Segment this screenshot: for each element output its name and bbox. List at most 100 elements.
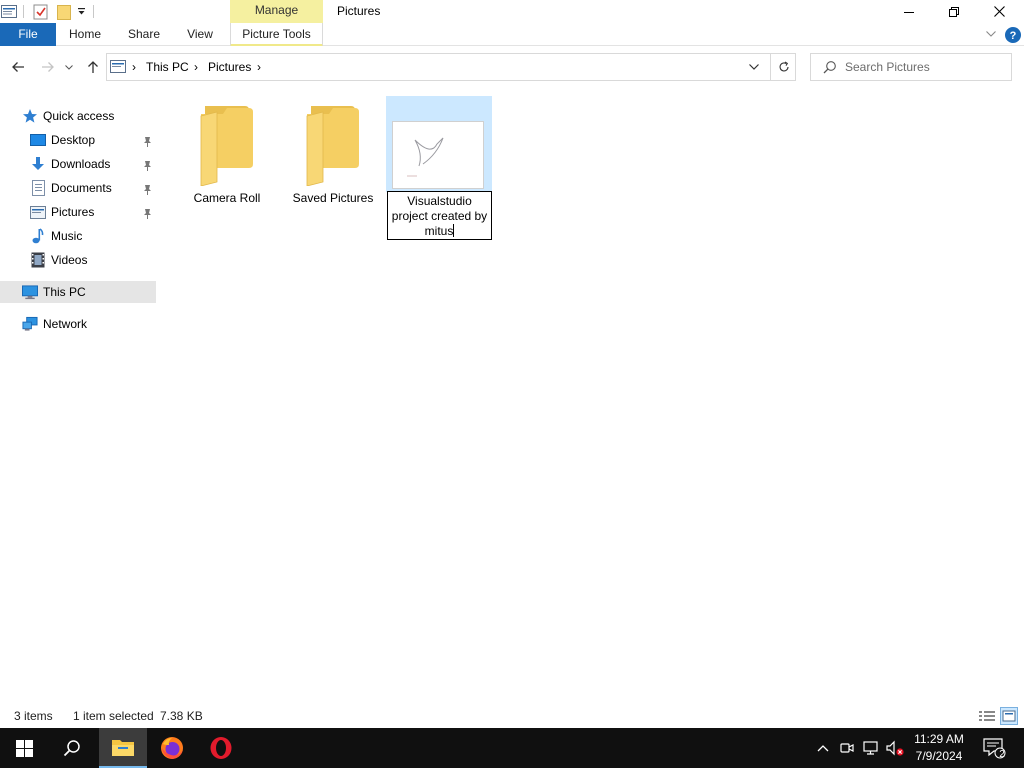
rename-text-line: mitus [424,224,454,238]
breadcrumb-this-pc[interactable]: This PC [146,54,189,80]
documents-icon [30,180,46,196]
help-button[interactable]: ? [1004,26,1021,43]
file-list: Camera Roll Saved Pictures Visualstudio … [160,88,1024,698]
nav-pictures[interactable]: Pictures [30,201,150,223]
nav-item-label: Music [51,229,83,243]
breadcrumb-pictures[interactable]: Pictures [208,54,251,80]
volume-muted-icon [886,740,904,756]
forward-button[interactable] [38,56,58,78]
start-button[interactable] [0,728,48,768]
desktop-icon [30,132,46,148]
large-icons-view-button[interactable] [1000,707,1018,725]
navigation-pane: Quick access Desktop Downloads Documents… [0,98,160,698]
details-view-icon [979,711,995,721]
show-hidden-icons-button[interactable] [815,728,831,768]
clock-date: 7/9/2024 [915,749,963,763]
expand-ribbon-button[interactable] [984,27,998,41]
videos-icon [30,252,46,268]
tab-share[interactable]: Share [120,23,168,46]
item-count: 3 items [14,709,53,723]
up-button[interactable] [83,56,103,78]
folder-name: Saved Pictures [292,191,374,205]
restore-icon [949,6,959,17]
qat-separator [93,5,94,18]
rename-text-line: Visualstudio [407,194,472,208]
taskbar: 11:29 AM 7/9/2024 2 [0,728,1024,768]
pin-icon[interactable] [142,135,152,147]
windows-logo-icon [15,739,33,757]
taskbar-file-explorer[interactable] [99,728,147,768]
minimize-button[interactable] [886,0,932,23]
nav-videos[interactable]: Videos [30,249,150,271]
help-icon: ? [1004,26,1021,43]
arrow-left-icon [12,62,24,72]
pin-icon[interactable] [142,207,152,219]
folder-item[interactable]: Saved Pictures [280,96,386,216]
nav-music[interactable]: Music [30,225,150,247]
nav-item-label: Downloads [51,157,111,171]
nav-item-label: Pictures [51,205,95,219]
taskbar-opera[interactable] [197,728,245,768]
image-file-item[interactable]: Visualstudio project created by mitus [386,96,492,240]
folder-item[interactable]: Camera Roll [174,96,280,216]
tab-file[interactable]: File [0,23,56,46]
pin-icon[interactable] [142,183,152,195]
nav-desktop[interactable]: Desktop [30,129,150,151]
address-bar[interactable]: › This PC › Pictures › [106,53,796,81]
address-history-button[interactable] [741,54,767,80]
svg-text:?: ? [1009,30,1016,42]
restore-button[interactable] [931,0,977,23]
customize-qat-icon[interactable] [75,3,87,20]
pin-icon[interactable] [142,159,152,171]
tab-home[interactable]: Home [61,23,109,46]
clock-time: 11:29 AM [914,732,964,746]
search-button[interactable] [48,728,96,768]
properties-icon[interactable] [32,3,49,20]
breadcrumb-separator[interactable]: › [132,54,136,80]
details-view-button[interactable] [978,707,996,725]
search-box[interactable] [810,53,1012,81]
back-button[interactable] [8,56,28,78]
meet-now-button[interactable] [838,728,856,768]
search-input[interactable] [845,57,1005,77]
ribbon-tab-bar: File Home Share View Picture Tools ? [0,23,1024,47]
selection-size: 7.38 KB [160,709,203,723]
network-icon [22,316,38,332]
chevron-up-icon [817,745,829,752]
chevron-down-icon [65,64,73,70]
nav-quick-access[interactable]: Quick access [22,105,156,127]
new-folder-icon[interactable] [55,3,72,20]
tab-picture-tools[interactable]: Picture Tools [230,23,323,47]
nav-this-pc[interactable]: This PC [0,281,156,303]
tab-view[interactable]: View [177,23,223,46]
chevron-down-icon [986,31,996,37]
music-icon [30,228,46,244]
nav-downloads[interactable]: Downloads [30,153,150,175]
arrow-up-icon [88,61,98,73]
nav-item-label: Quick access [43,109,115,123]
breadcrumb-separator[interactable]: › [257,54,261,80]
navigation-row: › This PC › Pictures › [0,46,1024,88]
action-center-button[interactable]: 2 [980,728,1008,768]
close-button[interactable] [976,0,1022,23]
arrow-right-icon [42,62,54,72]
manage-context-label: Manage [230,0,323,23]
rename-input[interactable]: Visualstudio project created by mitus [387,191,492,240]
nav-documents[interactable]: Documents [30,177,150,199]
taskbar-firefox[interactable] [148,728,196,768]
nav-item-label: Videos [51,253,88,267]
refresh-button[interactable] [770,54,796,80]
volume-button[interactable] [884,728,906,768]
nav-network[interactable]: Network [22,313,156,335]
window-app-icon[interactable] [1,3,17,20]
folder-icon [280,96,386,191]
opera-icon [210,737,232,759]
folder-icon [174,96,280,191]
large-icons-view-icon [1002,710,1016,722]
network-status-button[interactable] [861,728,881,768]
qat-separator [23,5,24,18]
recent-locations-button[interactable] [62,56,76,78]
computer-icon [22,284,38,300]
breadcrumb-separator[interactable]: › [194,54,198,80]
taskbar-clock[interactable]: 11:29 AM 7/9/2024 [904,731,974,765]
